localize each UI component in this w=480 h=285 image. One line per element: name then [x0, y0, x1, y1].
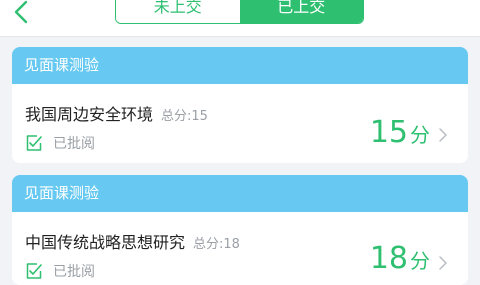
quiz-title-row: 中国传统战略思想研究 总分:18 [25, 229, 240, 253]
score-value: 18 [369, 241, 408, 276]
chevron-right-icon [439, 128, 447, 142]
quiz-title-row: 我国周边安全环境 总分:15 [25, 101, 208, 125]
tab-unsubmitted[interactable]: 未上交 [116, 0, 240, 23]
quiz-title: 我国周边安全环境 [25, 105, 154, 124]
status-label: 已批阅 [53, 136, 95, 152]
graded-status: 已批阅 [25, 133, 95, 153]
score: 15 分 [370, 115, 430, 150]
card-header: 见面课测验 [12, 175, 468, 212]
tab-submitted[interactable]: 已上交 [239, 0, 363, 23]
status-label: 已批阅 [53, 264, 95, 280]
divider [0, 36, 480, 37]
quiz-total-score: 总分:18 [193, 237, 240, 252]
graded-check-icon [26, 135, 42, 151]
quiz-total-score: 总分:15 [161, 109, 208, 124]
top-bar: 未上交 已上交 [0, 0, 480, 36]
score: 18 分 [370, 241, 430, 276]
score-unit: 分 [410, 249, 430, 273]
chevron-right-icon [439, 256, 447, 270]
graded-status: 已批阅 [25, 261, 95, 281]
score-value: 15 [369, 115, 408, 150]
card-header: 见面课测验 [12, 47, 468, 84]
quiz-card[interactable]: 见面课测验 我国周边安全环境 总分:15 已批阅 15 分 [12, 47, 468, 163]
score-unit: 分 [410, 123, 430, 147]
quiz-card[interactable]: 见面课测验 中国传统战略思想研究 总分:18 已批阅 18 分 [12, 175, 468, 285]
back-arrow-icon[interactable] [10, 0, 34, 24]
submission-tab-switcher: 未上交 已上交 [115, 0, 364, 24]
quiz-title: 中国传统战略思想研究 [25, 233, 186, 252]
graded-check-icon [26, 263, 42, 279]
